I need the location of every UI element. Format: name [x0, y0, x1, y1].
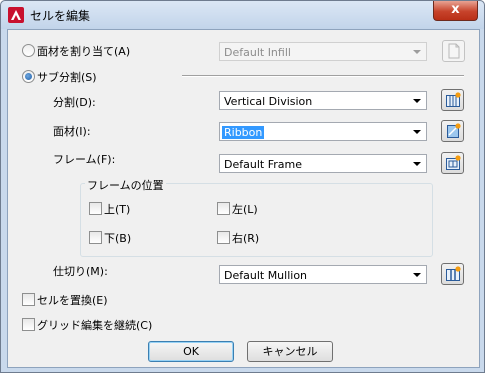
infill-dropdown-value: Default Infill: [224, 46, 291, 59]
infill-style-button[interactable]: [442, 40, 465, 62]
division-style-icon: [446, 92, 461, 107]
assign-material-radio[interactable]: [22, 44, 35, 57]
division-dropdown[interactable]: Vertical Division: [219, 91, 427, 110]
frame-left-label[interactable]: 左(L): [232, 201, 258, 217]
replace-cell-checkbox[interactable]: [22, 293, 35, 306]
frame-bottom-checkbox[interactable]: [89, 231, 102, 244]
division-style-button[interactable]: [441, 89, 464, 111]
document-icon: [448, 43, 460, 59]
chevron-down-icon: [413, 50, 421, 54]
frame-style-button[interactable]: [441, 152, 464, 174]
separator-line: [182, 75, 464, 77]
subdivision-label[interactable]: サブ分割(S): [37, 69, 97, 85]
material-style-icon: [447, 123, 461, 138]
chevron-down-icon: [413, 130, 421, 134]
mullion-dropdown-value: Default Mullion: [224, 269, 308, 282]
continue-grid-edit-checkbox[interactable]: [22, 318, 35, 331]
frame-top-checkbox[interactable]: [89, 202, 102, 215]
window-title: セルを編集: [30, 9, 91, 23]
material-dropdown[interactable]: Ribbon: [219, 122, 427, 141]
continue-grid-edit-label[interactable]: グリッド編集を継続(C): [37, 317, 152, 333]
mullion-style-button[interactable]: [441, 263, 464, 285]
dialog-window: セルを編集 x 面材を割り当て(A) Default Infill サブ分割(S…: [0, 0, 485, 373]
frame-style-icon: [446, 155, 461, 170]
mullion-label: 仕切り(M):: [53, 265, 108, 278]
frame-right-label[interactable]: 右(R): [232, 230, 259, 246]
autocad-logo-icon: [8, 7, 24, 23]
subdivision-radio[interactable]: [22, 70, 35, 83]
ok-button[interactable]: OK: [148, 341, 234, 362]
replace-cell-label[interactable]: セルを置換(E): [37, 292, 108, 308]
chevron-down-icon: [413, 273, 421, 277]
frame-position-title: フレームの位置: [85, 177, 166, 193]
frame-dropdown-value: Default Frame: [224, 158, 302, 171]
close-button[interactable]: x: [433, 1, 478, 21]
material-label: 面材(I):: [53, 125, 91, 138]
frame-bottom-label[interactable]: 下(B): [104, 230, 131, 246]
material-dropdown-value: Ribbon: [222, 126, 265, 139]
division-label: 分割(D):: [53, 96, 96, 109]
division-dropdown-value: Vertical Division: [224, 95, 313, 108]
frame-left-checkbox[interactable]: [217, 202, 230, 215]
infill-dropdown[interactable]: Default Infill: [219, 42, 427, 61]
assign-material-label[interactable]: 面材を割り当て(A): [37, 43, 130, 59]
title-bar[interactable]: セルを編集 x: [1, 1, 484, 29]
frame-top-label[interactable]: 上(T): [104, 201, 130, 217]
frame-dropdown[interactable]: Default Frame: [219, 154, 427, 173]
chevron-down-icon: [413, 162, 421, 166]
mullion-dropdown[interactable]: Default Mullion: [219, 265, 427, 284]
frame-right-checkbox[interactable]: [217, 231, 230, 244]
cancel-button[interactable]: キャンセル: [247, 341, 333, 362]
frame-label: フレーム(F):: [53, 153, 116, 166]
material-style-button[interactable]: [441, 120, 464, 142]
mullion-style-icon: [446, 266, 461, 281]
chevron-down-icon: [413, 99, 421, 103]
dialog-body: 面材を割り当て(A) Default Infill サブ分割(S) 分割(D):…: [7, 29, 480, 368]
